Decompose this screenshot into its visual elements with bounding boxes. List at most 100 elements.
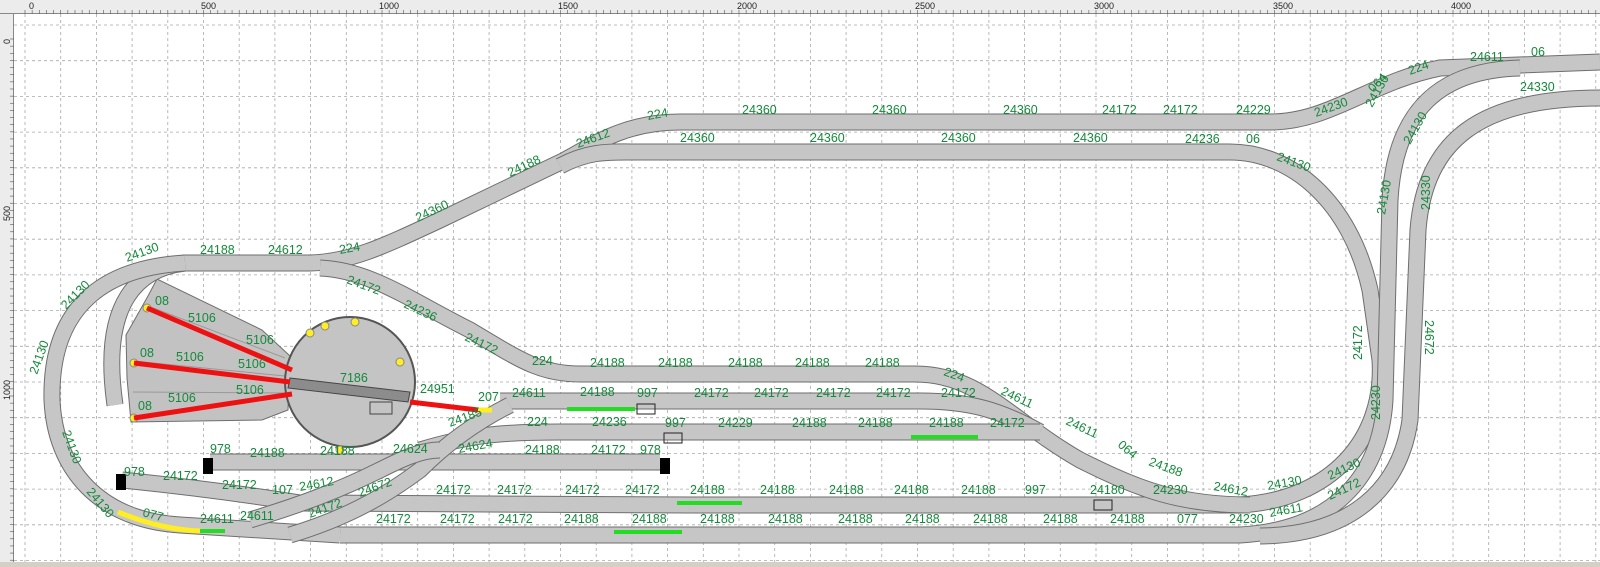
track-part-label: 24172 [440, 512, 475, 526]
track-part-label: 24172 [565, 483, 600, 497]
stall-track-label: 5106 [176, 350, 204, 364]
track-part-label: 24188 [1110, 512, 1145, 526]
track-part-label: 978 [210, 442, 231, 456]
track-part-label: 24180 [1090, 483, 1125, 497]
buffer-stop [660, 458, 670, 474]
layout-canvas[interactable]: 24130 24188 24612 224 24360 24188 24612 224 2436… [14, 14, 1600, 562]
track-part-label: 24188 [200, 243, 235, 257]
ruler-label: 1000 [2, 380, 12, 400]
track-part-label: 24188 [795, 356, 830, 370]
track-part-label: 24330 [1520, 80, 1555, 94]
stall-track-label: 5106 [188, 311, 216, 325]
track-part-label: 997 [1025, 483, 1046, 497]
ruler-label: 0 [29, 1, 34, 11]
stall-number: 08 [155, 294, 169, 308]
track-part-label: 24188 [1147, 455, 1184, 480]
left-ruler-scale: 0 500 1000 [2, 38, 14, 561]
turntable-marker [350, 317, 360, 327]
track-part-label: 997 [665, 416, 686, 430]
track-part-label: 24230 [1369, 385, 1383, 420]
track-part-label: 24188 [858, 416, 893, 430]
track-part-label: 24360 [1003, 103, 1038, 117]
ruler-label: 4000 [1451, 1, 1471, 11]
track-part-label: 978 [640, 443, 661, 457]
stall-track-label: 5106 [236, 383, 264, 397]
ruler-label: 1000 [379, 1, 399, 11]
ruler-label: 3000 [1094, 1, 1114, 11]
track-part-label: 24172 [876, 386, 911, 400]
track-part-label: 24172 [1163, 103, 1198, 117]
top-ruler: 0 500 1000 1500 2000 2500 3000 3500 4000 [0, 0, 1600, 14]
track-part-label: 24360 [680, 131, 715, 145]
track-part-label: 24951 [420, 382, 455, 396]
track-part-label: 24188 [580, 385, 615, 399]
track-part-label: 24611 [240, 509, 274, 523]
track-part-label: 24172 [436, 483, 471, 497]
track-part-label: 24360 [742, 103, 777, 117]
track-part-label: 24172 [754, 386, 789, 400]
track-part-label: 24612 [268, 243, 303, 257]
turntable-label: 7186 [340, 371, 368, 385]
track-part-label: 24230 [1229, 512, 1264, 526]
track-part-label: 24360 [810, 131, 845, 145]
track-part-label: 24188 [792, 416, 827, 430]
track-part-label: 24188 [590, 356, 625, 370]
track-part-label: 24172 [497, 483, 532, 497]
track-part-label: 24188 [728, 356, 763, 370]
turntable-marker [395, 357, 405, 367]
track-part-label: 24611 [512, 386, 546, 400]
track-part-label: 24236 [592, 415, 627, 429]
track-part-label: 24624 [393, 442, 428, 456]
ruler-label: 1500 [558, 1, 578, 11]
track-part-label: 107 [272, 483, 293, 497]
track-part-label: 24188 [564, 512, 599, 526]
track-part-label: 24236 [1185, 132, 1220, 146]
track-part-label: 24188 [700, 512, 735, 526]
track-part-label: 24172 [694, 386, 729, 400]
track-part-label: 24172 [498, 512, 533, 526]
track-part-label: 24188 [632, 512, 667, 526]
left-ruler: 0 500 1000 [0, 14, 14, 562]
track-part-label: 24188 [760, 483, 795, 497]
track-part-label: 24360 [1073, 131, 1108, 145]
track-part-label: 24360 [941, 131, 976, 145]
track-part-label: 24230 [1153, 483, 1188, 497]
ruler-label: 2000 [737, 1, 757, 11]
track-part-label: 997 [637, 386, 658, 400]
track-part-label: 24188 [320, 444, 355, 458]
track-part-label: 24188 [905, 512, 940, 526]
track-part-label: 064 [1115, 438, 1140, 462]
track-part-label: 24188 [929, 416, 964, 430]
track-part-label: 24330 [1419, 175, 1433, 210]
buffer-stop [203, 458, 213, 474]
track-part-label: 24172 [1351, 325, 1365, 360]
track-part-label: 24360 [872, 103, 907, 117]
track-plan[interactable]: 24130 24188 24612 224243602418824612224 2436… [14, 14, 1600, 562]
track-part-label: 24611 [200, 512, 234, 526]
track-part-label: 224 [532, 354, 553, 368]
track-part-label: 06 [1531, 45, 1545, 59]
yard-track-2[interactable] [417, 423, 1040, 459]
ruler-label: 500 [201, 1, 216, 11]
turntable-marker [320, 321, 330, 331]
track-part-label: 24172 [222, 478, 257, 492]
track-part-label: 24172 [990, 416, 1025, 430]
stall-number: 08 [140, 346, 154, 360]
track-part-label: 24172 [591, 443, 626, 457]
upper-second-line[interactable] [556, 143, 1389, 514]
track-part-label: 24188 [838, 512, 873, 526]
ruler-label: 2500 [915, 1, 935, 11]
stall-track-label: 5106 [246, 333, 274, 347]
track-part-label: 24172 [376, 512, 411, 526]
track-part-label: 24188 [658, 356, 693, 370]
track-part-label: 06 [1246, 132, 1260, 146]
track-part-label: 24188 [525, 443, 560, 457]
track-part-label: 24172 [163, 469, 198, 483]
turntable-marker [305, 328, 315, 338]
track-part-label: 978 [124, 465, 145, 479]
track-part-label: 24188 [768, 512, 803, 526]
stall-track-label: 5106 [238, 357, 266, 371]
ruler-label: 3500 [1273, 1, 1293, 11]
track-part-label: 24188 [829, 483, 864, 497]
track-part-label: 24188 [1043, 512, 1078, 526]
